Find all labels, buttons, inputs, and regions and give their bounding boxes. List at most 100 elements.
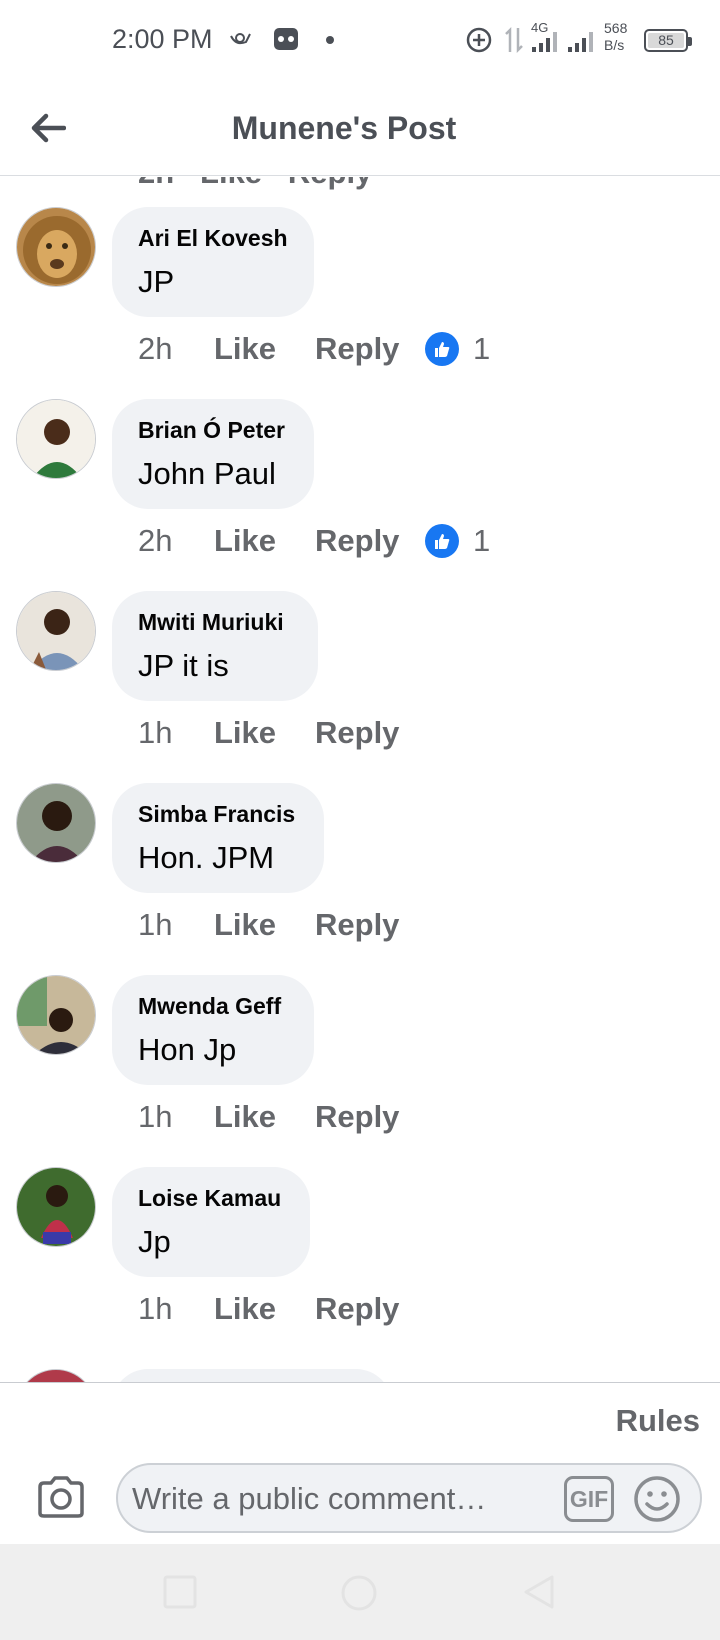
like-button[interactable]: Like	[214, 715, 315, 751]
comment-meta: 1h Like Reply	[138, 711, 425, 755]
comment-text: Hon. JPM	[138, 840, 275, 875]
comment-bubble[interactable]: Brian Ó Peter John Paul	[112, 399, 314, 509]
comment-time[interactable]: 1h	[138, 1099, 214, 1135]
comment-author[interactable]: Simba Francis	[138, 801, 298, 828]
camera-icon	[38, 1476, 84, 1518]
comment-meta: 1h Like Reply	[138, 1287, 425, 1331]
reaction-count[interactable]: 1	[425, 523, 490, 559]
comment-bubble[interactable]: Mwenda Geff Hon Jp	[112, 975, 314, 1085]
reply-button[interactable]: Reply	[315, 523, 425, 559]
avatar[interactable]	[16, 207, 96, 287]
reply-button[interactable]: Reply	[315, 907, 425, 943]
thumbs-up-icon	[425, 332, 459, 366]
game-controller-icon	[274, 28, 298, 50]
comment-meta: 1h Like Reply	[138, 1095, 425, 1139]
gif-button[interactable]: GIF	[564, 1476, 614, 1522]
camera-button[interactable]	[36, 1475, 86, 1519]
comment-author[interactable]: Mwiti Muriuki	[138, 609, 292, 636]
signal-icon-2	[568, 32, 593, 52]
comment-time[interactable]: 1h	[138, 715, 214, 751]
comment-item: Simba Francis Hon. JPM 1h Like Reply	[0, 783, 720, 975]
data-arrows-icon	[505, 26, 523, 54]
comment-time[interactable]: 2h	[138, 523, 214, 559]
comment-item-partial	[0, 1369, 720, 1382]
comment-item: Mwiti Muriuki JP it is 1h Like Reply	[0, 591, 720, 783]
net-speed: 568 B/s	[604, 20, 627, 54]
net-speed-value: 568	[604, 20, 628, 36]
reaction-count-value: 1	[473, 331, 491, 366]
reply-button[interactable]: Reply	[315, 1099, 425, 1135]
person-avatar-icon	[17, 592, 95, 670]
comment-meta: 2h Like Reply 1	[138, 327, 490, 371]
comment-bubble[interactable]: Mwiti Muriuki JP it is	[112, 591, 318, 701]
status-bar: 2:00 PM 4G 568 B/s 85	[0, 0, 720, 84]
battery-level: 85	[648, 33, 684, 48]
status-time: 2:00 PM	[112, 24, 213, 54]
comment-author[interactable]: Ari El Kovesh	[138, 225, 288, 252]
page-title: Munene's Post	[231, 110, 457, 146]
comment-bubble[interactable]	[112, 1369, 392, 1382]
battery-icon: 85	[644, 29, 692, 52]
avatar[interactable]	[16, 1167, 96, 1247]
reaction-count[interactable]: 1	[425, 331, 490, 367]
home-icon[interactable]	[340, 1574, 378, 1612]
partial-comment-meta: 2h Like Reply	[138, 177, 372, 191]
thumbs-up-icon	[425, 524, 459, 558]
back-nav-icon[interactable]	[522, 1574, 556, 1610]
recent-apps-icon[interactable]	[162, 1574, 198, 1610]
battery-tip	[688, 37, 692, 46]
avatar[interactable]	[16, 1369, 96, 1382]
emoji-button[interactable]	[632, 1474, 682, 1524]
like-button[interactable]: Like	[214, 907, 315, 943]
person-avatar-icon	[17, 1168, 95, 1246]
comment-item: Mwenda Geff Hon Jp 1h Like Reply	[0, 975, 720, 1167]
system-nav-bar	[0, 1544, 720, 1640]
comment-text: JP it is	[138, 648, 229, 683]
like-button[interactable]: Like	[214, 523, 315, 559]
comment-bubble[interactable]: Loise Kamau Jp	[112, 1167, 310, 1277]
comment-meta: 1h Like Reply	[138, 903, 425, 947]
person-avatar-icon	[17, 784, 95, 862]
comment-text: John Paul	[138, 456, 276, 491]
comment-bubble[interactable]: Ari El Kovesh JP	[112, 207, 314, 317]
add-circle-icon	[466, 27, 492, 53]
comment-time[interactable]: 2h	[138, 331, 214, 367]
comment-bubble[interactable]: Simba Francis Hon. JPM	[112, 783, 324, 893]
dot-icon	[326, 36, 334, 44]
comment-composer: Rules GIF	[0, 1382, 720, 1544]
like-button[interactable]: Like	[214, 331, 315, 367]
comment-text: JP	[138, 264, 175, 299]
lion-avatar-icon	[17, 208, 95, 286]
comment-author[interactable]: Loise Kamau	[138, 1185, 284, 1212]
comment-text: Jp	[138, 1224, 171, 1259]
comment-item: Ari El Kovesh JP 2h Like Reply 1	[0, 207, 720, 399]
avatar[interactable]	[16, 783, 96, 863]
comment-time[interactable]: 1h	[138, 907, 214, 943]
comment-field[interactable]: GIF	[116, 1463, 702, 1533]
avatar[interactable]	[16, 591, 96, 671]
avatar[interactable]	[16, 399, 96, 479]
comment-author[interactable]: Mwenda Geff	[138, 993, 288, 1020]
comment-item: Loise Kamau Jp 1h Like Reply	[0, 1167, 720, 1359]
reply-button[interactable]: Reply	[315, 715, 425, 751]
comment-meta: 2h Like Reply 1	[138, 519, 490, 563]
post-header: Munene's Post	[0, 84, 720, 176]
avatar[interactable]	[16, 975, 96, 1055]
comment-time[interactable]: 1h	[138, 1291, 214, 1327]
smiley-icon	[634, 1476, 680, 1522]
reply-button[interactable]: Reply	[315, 1291, 425, 1327]
reply-button[interactable]: Reply	[315, 331, 425, 367]
person-avatar-icon	[17, 400, 95, 478]
comment-author[interactable]: Brian Ó Peter	[138, 417, 288, 444]
signal-icon	[532, 32, 557, 52]
like-button[interactable]: Like	[214, 1099, 315, 1135]
like-button[interactable]: Like	[214, 1291, 315, 1327]
comments-list: 2h Like Reply Ari El Kovesh JP 2h Like R…	[0, 177, 720, 1382]
net-speed-unit: B/s	[604, 37, 625, 53]
comment-input[interactable]	[132, 1477, 552, 1521]
rules-link[interactable]: Rules	[616, 1403, 700, 1439]
person-avatar-icon	[17, 976, 95, 1054]
hotspot-icon	[230, 33, 251, 45]
reaction-count-value: 1	[473, 523, 491, 558]
comment-item: Brian Ó Peter John Paul 2h Like Reply 1	[0, 399, 720, 591]
